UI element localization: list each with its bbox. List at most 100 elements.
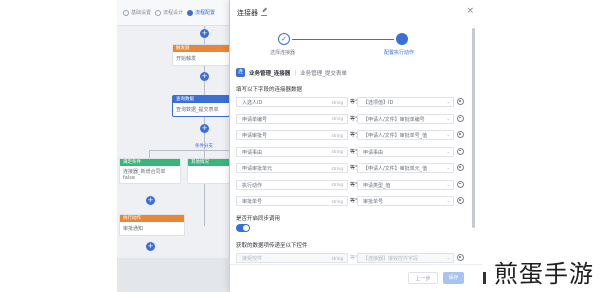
add-node-button[interactable]: + <box>146 242 155 251</box>
field-row: *申请审批单元string等于【申请人/文件】审批单元_值⌄ <box>236 163 466 173</box>
field-row: *执行动作string等于申请类型_值⌄ <box>236 179 466 190</box>
end-node-header: 执行动作 <box>120 215 184 222</box>
branch-right-node[interactable]: 其他情况 <box>187 158 229 184</box>
field-name-input[interactable]: 执行动作 string <box>236 179 348 190</box>
prev-step-button[interactable]: 上一步 <box>408 272 438 284</box>
tab-basic-settings[interactable]: 基础设置 <box>123 9 151 16</box>
trigger-node[interactable]: 触发器 开始触发 <box>172 44 229 66</box>
gear-icon[interactable] <box>457 147 464 155</box>
field-name-input[interactable]: 审批单号 string <box>236 196 348 206</box>
end-node[interactable]: 执行动作 审批通知 <box>119 214 185 236</box>
chevron-down-icon: ⌄ <box>446 115 450 121</box>
tab-flow-config[interactable]: 流程配置 <box>187 9 215 16</box>
field-value-select[interactable]: 【选项值】ID ⌄ <box>357 97 454 107</box>
save-button[interactable]: 保存 <box>443 272 464 284</box>
gear-icon[interactable] <box>457 164 464 171</box>
workflow-canvas: 基础设置 流程设计 流程配置 + 触发器 开始触发 + 查询数据 查询数据_提交… <box>117 0 230 292</box>
field-value-select[interactable]: 【申请人/文件】审批单元_值 ⌄ <box>357 163 454 173</box>
branch-line-horizontal <box>149 150 229 151</box>
sync-call-label: 是否开启同步调用 <box>236 216 281 222</box>
drawer-footer: 上一步 保存 <box>230 264 482 292</box>
field-name-input[interactable]: 申请单编号 string <box>236 113 348 124</box>
query-node-header: 查询数据 <box>173 96 229 103</box>
field-name-input[interactable]: 入选人ID string <box>236 97 348 107</box>
drawer-title: 连接器 <box>237 8 267 18</box>
field-name-input[interactable]: 申请审批号 string <box>236 130 348 140</box>
drawer-scrollbar[interactable] <box>472 28 475 228</box>
chevron-down-icon: ⌄ <box>446 165 450 170</box>
return-field-value-select[interactable]: 【连接器】接收控件字段 ⌄ <box>357 253 454 263</box>
section-title-fill-fields: 填写以下字段的连接器数据 <box>236 87 303 93</box>
field-value-select[interactable]: 【申请人/文件】审批单号_值 ⌄ <box>357 130 454 140</box>
field-value-select[interactable]: 申请类型_值 ⌄ <box>357 179 454 190</box>
section-title-return-fields: 获取的数据项传递至以下控件 <box>236 243 308 249</box>
gear-icon[interactable] <box>457 197 464 204</box>
connector-name: 业务管理_连接器 <box>249 70 291 77</box>
step-active-icon[interactable] <box>396 33 408 45</box>
add-node-button[interactable]: + <box>200 124 209 133</box>
step-dot-icon <box>155 9 162 16</box>
gear-icon[interactable] <box>457 98 464 105</box>
field-row: *申请审批号string等于【申请人/文件】审批单号_值⌄ <box>236 130 466 140</box>
add-node-button[interactable]: + <box>200 72 209 81</box>
trigger-node-header: 触发器 <box>173 45 229 52</box>
left-blank-area <box>0 0 117 292</box>
branch-left-header: 满足条件 <box>120 159 180 166</box>
field-name-input[interactable]: 申请事由 string <box>236 146 348 157</box>
step-dot-icon <box>123 9 129 16</box>
watermark: 煎蛋手游 <box>494 260 594 288</box>
field-value-select[interactable]: 【申请人/文件】审批单编号 ⌄ <box>357 113 454 124</box>
chevron-down-icon: ⌄ <box>446 99 450 104</box>
scrollbar-thumb[interactable] <box>472 28 475 228</box>
step-dot-icon <box>187 9 194 16</box>
step-done-check-icon[interactable]: ✓ <box>278 33 290 45</box>
branch-label: 条件分支 <box>195 144 213 149</box>
query-node-body: 查询数据_提交表单 <box>176 107 219 113</box>
connector-summary: 连 业务管理_连接器 | 业务管理_提交表单 <box>236 68 347 77</box>
chevron-down-icon: ⌄ <box>446 198 450 203</box>
right-blank-area <box>482 0 600 292</box>
field-row: *审批单号string等于审批单号⌄ <box>236 196 466 206</box>
step-label-config-action: 配置执行动作 <box>384 50 415 56</box>
close-icon[interactable]: × <box>466 6 474 16</box>
step-label-select-connector: 选择连接器 <box>270 50 296 56</box>
chevron-down-icon: ⌄ <box>446 132 450 137</box>
canvas-tab-bar: 基础设置 流程设计 流程配置 <box>117 0 229 26</box>
chevron-down-icon: ⌄ <box>446 181 450 187</box>
return-field-name: 接受控件 string <box>236 253 348 263</box>
connector-app-icon: 连 <box>236 68 245 77</box>
end-node-body: 审批通知 <box>123 226 144 232</box>
field-row: *申请事由string等于申请事由⌄ <box>236 146 466 157</box>
step-line <box>292 39 394 40</box>
gear-icon[interactable] <box>457 180 464 188</box>
gear-icon[interactable] <box>457 114 464 122</box>
connector-separator: | <box>294 69 297 76</box>
chevron-down-icon: ⌄ <box>446 148 450 154</box>
field-row: *入选人IDstring等于【选项值】ID⌄ <box>236 97 466 107</box>
gear-icon[interactable] <box>457 131 464 138</box>
stepper: ✓ 选择连接器 配置执行动作 <box>270 33 418 63</box>
resize-handle[interactable] <box>483 272 486 284</box>
branch-left-node[interactable]: 满足条件 连接器_新增合同单 false <box>119 158 181 184</box>
branch-right-header: 其他情况 <box>188 159 229 166</box>
branch-line-left <box>149 150 150 158</box>
return-field-row: 接受控件 string 等于 【连接器】接收控件字段 ⌄ <box>236 253 466 263</box>
edit-icon[interactable] <box>261 10 267 16</box>
add-node-button[interactable]: + <box>146 196 155 205</box>
tab-flow-design[interactable]: 流程设计 <box>155 9 183 16</box>
query-node[interactable]: 查询数据 查询数据_提交表单 <box>172 95 229 117</box>
canvas-footer-overlay <box>117 258 230 292</box>
sync-call-toggle[interactable] <box>236 224 250 232</box>
screen: 基础设置 流程设计 流程配置 + 触发器 开始触发 + 查询数据 查询数据_提交… <box>0 0 600 292</box>
chevron-down-icon: ⌄ <box>446 255 450 260</box>
field-value-select[interactable]: 审批单号 ⌄ <box>357 196 454 206</box>
add-node-button[interactable]: + <box>200 29 209 38</box>
field-value-select[interactable]: 申请事由 ⌄ <box>357 146 454 157</box>
field-row: *申请单编号string等于【申请人/文件】审批单编号⌄ <box>236 113 466 124</box>
field-name-input[interactable]: 申请审批单元 string <box>236 163 348 173</box>
connector-operation: 业务管理_提交表单 <box>300 70 347 77</box>
gear-icon[interactable] <box>457 254 464 261</box>
connector-drawer: 连接器 × ✓ 选择连接器 配置执行动作 连 业务管理_连接器 | 业务管理_提… <box>230 0 482 292</box>
trigger-node-body: 开始触发 <box>176 56 197 62</box>
branch-left-body: 连接器_新增合同单 false <box>123 169 166 181</box>
